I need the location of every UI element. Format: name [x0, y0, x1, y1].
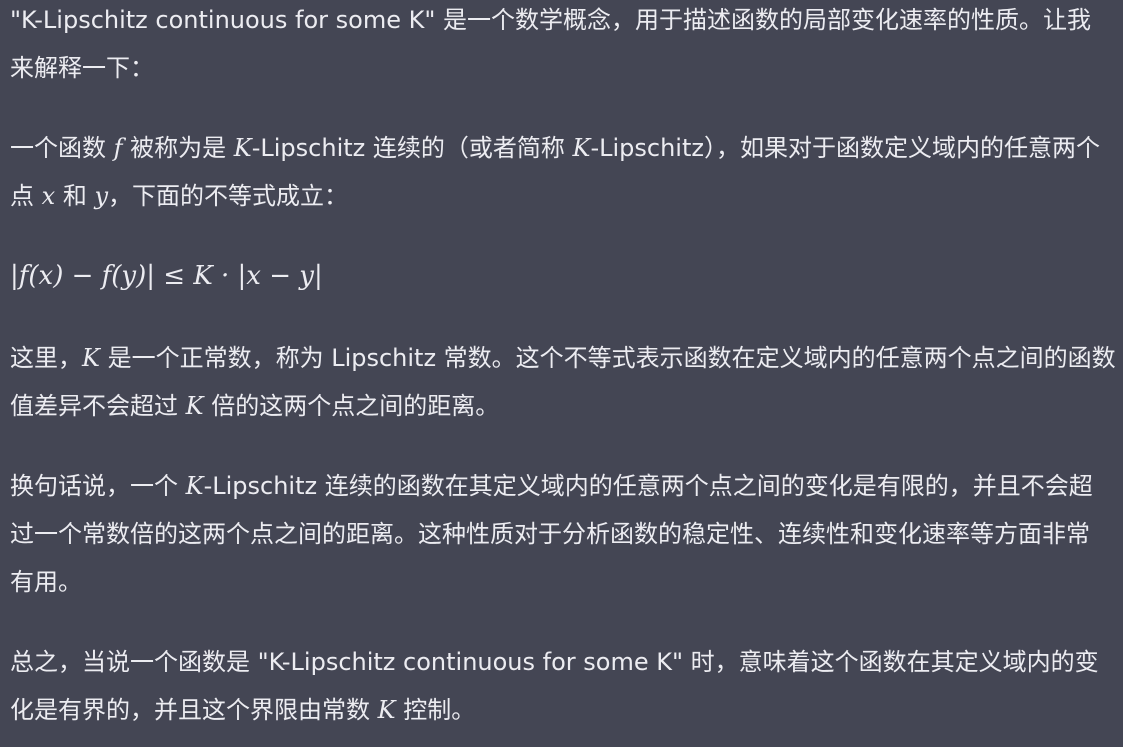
paragraph-definition: 一个函数 f 被称为是 K-Lipschitz 连续的（或者简称 K-Lipsc…: [10, 124, 1110, 220]
math-k: K: [377, 696, 396, 724]
paragraph-constant-explanation: 这里，K 是一个正常数，称为 Lipschitz 常数。这个不等式表示函数在定义…: [10, 334, 1120, 430]
text-segment: ，下面的不等式成立：: [108, 182, 349, 210]
text-segment: 和: [55, 182, 95, 210]
text-segment: 一个函数: [10, 134, 114, 162]
math-k: K: [82, 344, 100, 372]
math-x: x: [41, 182, 56, 210]
text-segment: 是一个正常数，称为 Lipschitz 常数。这个不等式表示函数在定义域内的任意…: [10, 344, 1116, 420]
math-k: K: [233, 134, 252, 162]
math-k: K: [185, 392, 204, 420]
math-y: y: [94, 182, 109, 210]
math-k: K: [572, 134, 591, 162]
paragraph-definition-intro: "K-Lipschitz continuous for some K" 是一个数…: [10, 6, 1092, 82]
text-segment: 总之，当说一个函数是 "K-Lipschitz continuous for s…: [10, 648, 1099, 724]
math-f: f: [113, 134, 123, 162]
assistant-message: "K-Lipschitz continuous for some K" 是一个数…: [0, 0, 1123, 747]
lipschitz-inequality-formula: |f(x) − f(y)| ≤ K · |x − y|: [10, 261, 323, 291]
text-segment: 这里，: [10, 344, 82, 372]
paragraph-summary: 总之，当说一个函数是 "K-Lipschitz continuous for s…: [10, 638, 1110, 734]
text-segment: -Lipschitz 连续的（或者简称: [251, 134, 573, 162]
text-segment: 换句话说，一个: [10, 472, 186, 500]
math-k: K: [185, 472, 204, 500]
text-segment: 被称为是: [122, 134, 234, 162]
text-segment: 倍的这两个点之间的距离。: [203, 392, 500, 420]
paragraph-restatement: 换句话说，一个 K-Lipschitz 连续的函数在其定义域内的任意两个点之间的…: [10, 462, 1110, 606]
text-segment: 控制。: [395, 696, 476, 724]
